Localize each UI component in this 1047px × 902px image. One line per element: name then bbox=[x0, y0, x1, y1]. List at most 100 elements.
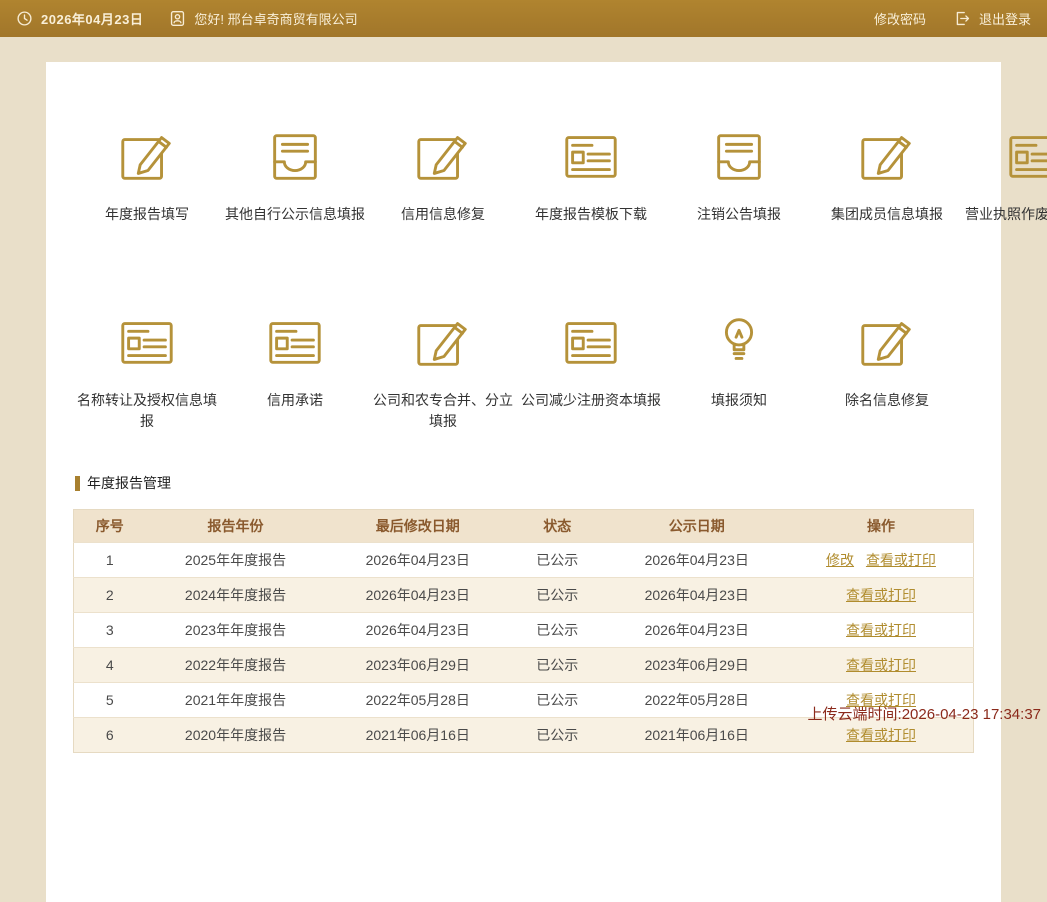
cell-no: 3 bbox=[74, 613, 146, 648]
cell-no: 4 bbox=[74, 648, 146, 683]
cell-status: 已公示 bbox=[510, 613, 605, 648]
upload-time-watermark: 上传云端时间:2026-04-23 17:34:37 bbox=[808, 703, 1041, 724]
action-link[interactable]: 查看或打印 bbox=[846, 727, 916, 743]
doc-icon bbox=[560, 125, 622, 187]
action-link[interactable]: 查看或打印 bbox=[846, 622, 916, 638]
shortcut-label: 除名信息修复 bbox=[813, 390, 961, 412]
shortcut-label: 营业执照作废声明填报 bbox=[961, 204, 1047, 226]
shortcut-label: 信用信息修复 bbox=[369, 204, 517, 226]
shortcut-label: 信用承诺 bbox=[221, 390, 369, 412]
cell-published: 2022年05月28日 bbox=[605, 683, 790, 718]
cell-no: 5 bbox=[74, 683, 146, 718]
cell-year: 2022年年度报告 bbox=[146, 648, 326, 683]
cell-modified: 2021年06月16日 bbox=[326, 718, 511, 753]
shortcut-label: 年度报告填写 bbox=[73, 204, 221, 226]
column-header: 序号 bbox=[74, 510, 146, 543]
shortcut-grid: 年度报告填写其他自行公示信息填报信用信息修复年度报告模板下载注销公告填报集团成员… bbox=[73, 125, 974, 433]
action-link[interactable]: 查看或打印 bbox=[846, 657, 916, 673]
main-card: 年度报告填写其他自行公示信息填报信用信息修复年度报告模板下载注销公告填报集团成员… bbox=[46, 62, 1001, 902]
cell-actions: 查看或打印 bbox=[789, 578, 974, 613]
shortcut-item-6[interactable]: 营业执照作废声明填报 bbox=[961, 125, 1047, 226]
doc-icon bbox=[264, 311, 326, 373]
table-row: 32023年年度报告2026年04月23日已公示2026年04月23日查看或打印 bbox=[74, 613, 974, 648]
user-group: 您好! 邢台卓奇商贸有限公司 bbox=[169, 9, 357, 28]
column-header: 最后修改日期 bbox=[326, 510, 511, 543]
shortcut-label: 公司和农专合并、分立填报 bbox=[369, 390, 517, 433]
cell-modified: 2026年04月23日 bbox=[326, 613, 511, 648]
logout-icon bbox=[954, 10, 971, 27]
shortcut-label: 集团成员信息填报 bbox=[813, 204, 961, 226]
user-icon bbox=[169, 10, 186, 27]
current-date: 2026年04月23日 bbox=[41, 9, 143, 28]
shortcut-item-4[interactable]: 注销公告填报 bbox=[665, 125, 813, 226]
tray-icon bbox=[264, 125, 326, 187]
report-table-head-row: 序号报告年份最后修改日期状态公示日期操作 bbox=[74, 510, 974, 543]
cell-year: 2023年年度报告 bbox=[146, 613, 326, 648]
cell-actions: 查看或打印 bbox=[789, 648, 974, 683]
cell-modified: 2026年04月23日 bbox=[326, 578, 511, 613]
shortcut-item-5[interactable]: 集团成员信息填报 bbox=[813, 125, 961, 226]
cell-published: 2023年06月29日 bbox=[605, 648, 790, 683]
shortcut-item-9[interactable]: 公司和农专合并、分立填报 bbox=[369, 311, 517, 433]
table-row: 42022年年度报告2023年06月29日已公示2023年06月29日查看或打印 bbox=[74, 648, 974, 683]
shortcut-item-0[interactable]: 年度报告填写 bbox=[73, 125, 221, 226]
logout-group[interactable]: 退出登录 bbox=[954, 9, 1031, 28]
section-marker-bar bbox=[75, 476, 80, 491]
cell-year: 2025年年度报告 bbox=[146, 543, 326, 578]
shortcut-label: 注销公告填报 bbox=[665, 204, 813, 226]
shortcut-label: 公司减少注册资本填报 bbox=[517, 390, 665, 412]
shortcut-item-12[interactable]: 除名信息修复 bbox=[813, 311, 961, 433]
date-group: 2026年04月23日 bbox=[16, 9, 143, 28]
doc-icon bbox=[1004, 125, 1047, 187]
column-header: 公示日期 bbox=[605, 510, 790, 543]
bulb-icon bbox=[708, 311, 770, 373]
cell-status: 已公示 bbox=[510, 648, 605, 683]
cell-modified: 2023年06月29日 bbox=[326, 648, 511, 683]
logout-link[interactable]: 退出登录 bbox=[979, 9, 1031, 28]
cell-status: 已公示 bbox=[510, 683, 605, 718]
cell-year: 2020年年度报告 bbox=[146, 718, 326, 753]
shortcut-item-1[interactable]: 其他自行公示信息填报 bbox=[221, 125, 369, 226]
action-link[interactable]: 查看或打印 bbox=[866, 552, 936, 568]
top-bar: 2026年04月23日 您好! 邢台卓奇商贸有限公司 修改密码 退出登录 bbox=[0, 0, 1047, 37]
doc-icon bbox=[116, 311, 178, 373]
cell-actions: 修改 查看或打印 bbox=[789, 543, 974, 578]
action-link[interactable]: 修改 bbox=[826, 552, 854, 568]
cell-no: 6 bbox=[74, 718, 146, 753]
doc-icon bbox=[560, 311, 622, 373]
table-row: 12025年年度报告2026年04月23日已公示2026年04月23日修改 查看… bbox=[74, 543, 974, 578]
shortcut-label: 年度报告模板下载 bbox=[517, 204, 665, 226]
cell-published: 2026年04月23日 bbox=[605, 613, 790, 648]
edit-icon bbox=[412, 311, 474, 373]
column-header: 操作 bbox=[789, 510, 974, 543]
edit-icon bbox=[856, 125, 918, 187]
cell-published: 2026年04月23日 bbox=[605, 578, 790, 613]
shortcut-label: 名称转让及授权信息填报 bbox=[73, 390, 221, 433]
column-header: 状态 bbox=[510, 510, 605, 543]
annual-report-section-header: 年度报告管理 bbox=[75, 473, 972, 493]
shortcut-item-2[interactable]: 信用信息修复 bbox=[369, 125, 517, 226]
cell-no: 2 bbox=[74, 578, 146, 613]
shortcut-item-10[interactable]: 公司减少注册资本填报 bbox=[517, 311, 665, 433]
cell-modified: 2026年04月23日 bbox=[326, 543, 511, 578]
action-link[interactable]: 查看或打印 bbox=[846, 587, 916, 603]
cell-published: 2021年06月16日 bbox=[605, 718, 790, 753]
clock-icon bbox=[16, 10, 33, 27]
shortcut-item-8[interactable]: 信用承诺 bbox=[221, 311, 369, 433]
column-header: 报告年份 bbox=[146, 510, 326, 543]
table-row: 22024年年度报告2026年04月23日已公示2026年04月23日查看或打印 bbox=[74, 578, 974, 613]
cell-status: 已公示 bbox=[510, 718, 605, 753]
tray-icon bbox=[708, 125, 770, 187]
section-title: 年度报告管理 bbox=[87, 473, 171, 493]
shortcut-label: 填报须知 bbox=[665, 390, 813, 412]
shortcut-item-3[interactable]: 年度报告模板下载 bbox=[517, 125, 665, 226]
change-password-link[interactable]: 修改密码 bbox=[874, 9, 926, 28]
edit-icon bbox=[116, 125, 178, 187]
cell-status: 已公示 bbox=[510, 543, 605, 578]
cell-status: 已公示 bbox=[510, 578, 605, 613]
cell-modified: 2022年05月28日 bbox=[326, 683, 511, 718]
shortcut-item-7[interactable]: 名称转让及授权信息填报 bbox=[73, 311, 221, 433]
edit-icon bbox=[856, 311, 918, 373]
shortcut-item-11[interactable]: 填报须知 bbox=[665, 311, 813, 433]
greeting-text: 您好! 邢台卓奇商贸有限公司 bbox=[194, 9, 357, 28]
